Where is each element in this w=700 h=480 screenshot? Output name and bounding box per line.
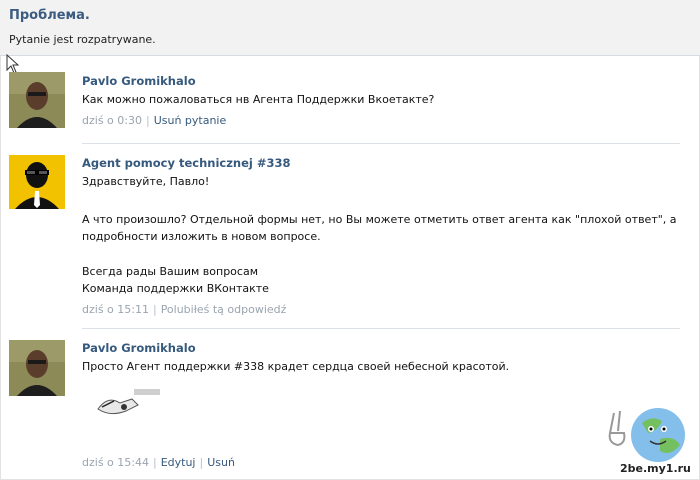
avatar-agent[interactable] [9,155,65,209]
message-time: dziś o 15:44 [82,456,149,469]
message-signature: Всегда рады Вашим вопросам [82,265,258,278]
message-meta: dziś o 15:11 | Polubiłeś tą odpowiedź [82,303,287,316]
delete-question-link[interactable]: Usuń pytanie [154,114,227,127]
message-time: dziś o 0:30 [82,114,142,127]
problem-status: Pytanie jest rozpatrywane. [9,33,156,46]
message-signature: Команда поддержки ВКонтакте [82,282,269,295]
message-text-line: подробности изложить в новом вопросе. [82,230,321,243]
globe-peace-icon [608,408,685,462]
message-time: dziś o 15:11 [82,303,149,316]
mouse-cursor-icon [6,54,20,74]
avatar-user[interactable] [9,72,65,128]
message-text: Как можно пожаловаться нв Агента Поддерж… [82,93,435,106]
watermark-text: 2be.my1.ru [620,462,691,475]
divider [82,328,680,329]
problem-header: Проблема. Pytanie jest rozpatrywane. [0,0,700,56]
avatar-user[interactable] [9,340,65,396]
sticker-image [88,385,168,419]
message-author[interactable]: Pavlo Gromikhalo [82,341,196,355]
message-meta: dziś o 0:30 | Usuń pytanie [82,114,227,127]
message-text-line: А что произошло? Отдельной формы нет, но… [82,213,677,226]
message-author[interactable]: Pavlo Gromikhalo [82,74,196,88]
message-meta: dziś o 15:44 | Edytuj | Usuń [82,456,235,469]
problem-title: Проблема. [9,8,90,23]
delete-link[interactable]: Usuń [207,456,235,469]
message-text: Просто Агент поддержки #338 крадет сердц… [82,360,510,373]
message-greeting: Здравствуйте, Павло! [82,175,210,188]
liked-answer-label[interactable]: Polubiłeś tą odpowiedź [161,303,287,316]
divider [82,143,680,144]
message-author[interactable]: Agent pomocy technicznej #338 [82,156,290,170]
edit-link[interactable]: Edytuj [161,456,196,469]
